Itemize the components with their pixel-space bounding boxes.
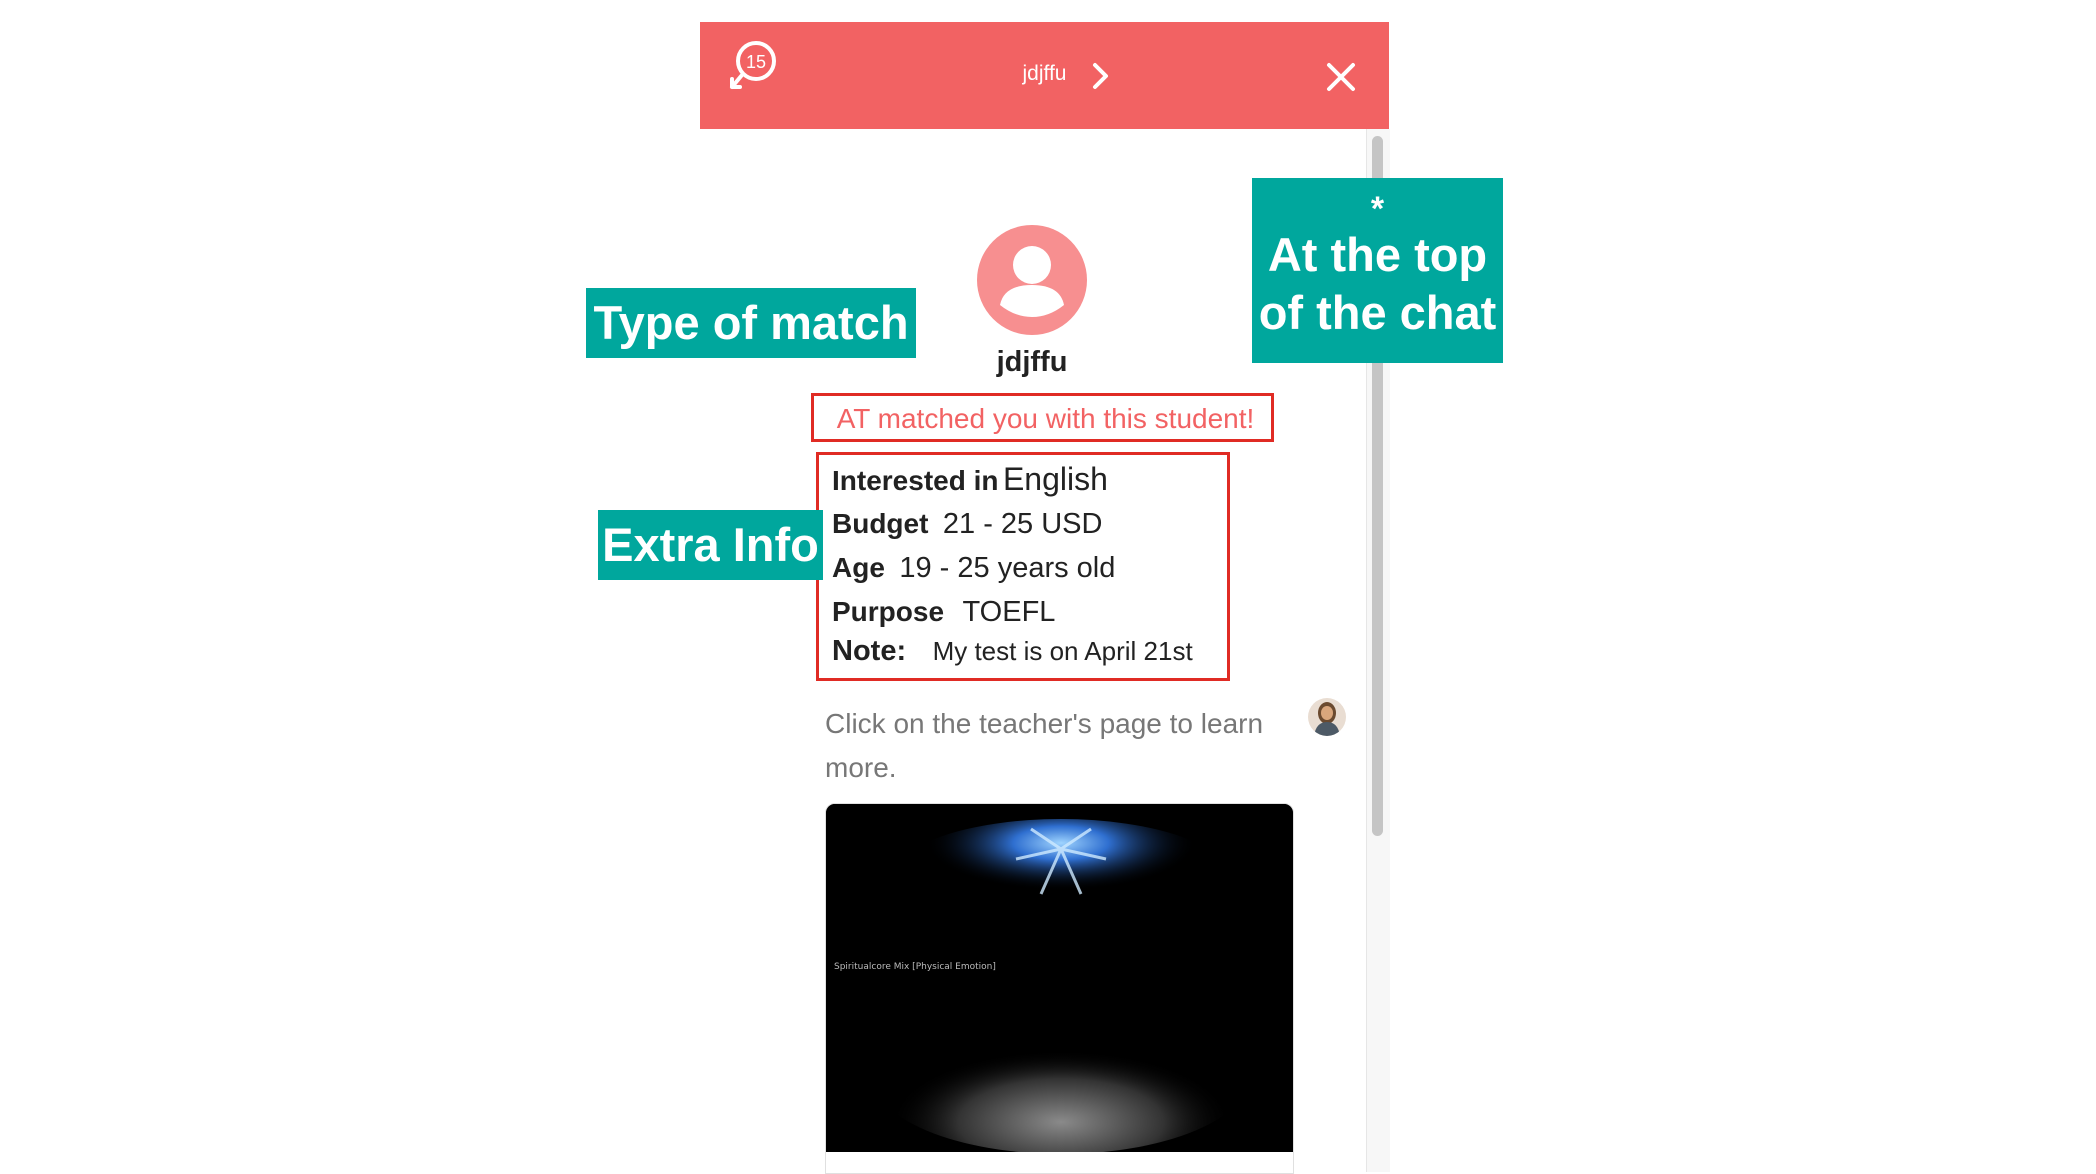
info-note: Note: My test is on April 21st xyxy=(832,635,1193,668)
teacher-video-card[interactable]: Spiritualcore Mix [Physical Emotion] xyxy=(825,803,1294,1174)
annotation-star: * xyxy=(1370,190,1385,228)
info-age-label: Age xyxy=(832,552,885,583)
info-purpose: Purpose TOEFL xyxy=(832,596,1055,629)
history-count: 15 xyxy=(746,52,766,72)
teacher-avatar[interactable] xyxy=(1308,698,1346,736)
info-interested-value: English xyxy=(1002,461,1108,497)
info-budget-value: 21 - 25 USD xyxy=(942,508,1103,540)
info-budget: Budget 21 - 25 USD xyxy=(832,508,1102,541)
info-note-value: My test is on April 21st xyxy=(932,636,1193,666)
student-username: jdjffu xyxy=(996,346,1068,378)
info-budget-label: Budget xyxy=(832,508,929,539)
video-caption: Spiritualcore Mix [Physical Emotion] xyxy=(834,962,996,972)
info-interested: Interested in English xyxy=(832,461,1108,498)
match-type-highlight: AT matched you with this student! xyxy=(811,393,1274,442)
extra-info-highlight: Interested in English Budget 21 - 25 USD… xyxy=(816,452,1230,681)
chat-header: jdjffu xyxy=(700,22,1389,129)
message-text-line2: more. xyxy=(825,752,897,783)
header-contact-name[interactable]: jdjffu xyxy=(700,62,1389,86)
info-purpose-value: TOEFL xyxy=(962,596,1056,628)
history-icon[interactable]: 15 xyxy=(720,37,784,93)
match-message: AT matched you with this student! xyxy=(836,403,1255,434)
annotation-top-line1: At the top xyxy=(1267,228,1488,281)
info-note-label: Note: xyxy=(832,635,907,667)
message-text-line1: Click on the teacher's page to learn xyxy=(825,708,1264,739)
close-icon[interactable] xyxy=(1322,58,1360,96)
chevron-right-icon[interactable] xyxy=(1090,60,1112,92)
annotation-top-line2: of the chat xyxy=(1258,286,1497,339)
info-purpose-label: Purpose xyxy=(832,596,945,627)
info-age-value: 19 - 25 years old xyxy=(899,552,1116,584)
annotation-top-of-chat: * At the top of the chat xyxy=(1252,178,1503,363)
annotation-extra-info: Extra Info xyxy=(598,510,823,580)
annotation-type-of-match: Type of match xyxy=(586,288,916,358)
video-thumbnail[interactable]: Spiritualcore Mix [Physical Emotion] xyxy=(826,804,1293,1154)
info-interested-label: Interested in xyxy=(832,465,999,496)
info-age: Age 19 - 25 years old xyxy=(832,552,1115,585)
student-avatar xyxy=(977,225,1087,335)
